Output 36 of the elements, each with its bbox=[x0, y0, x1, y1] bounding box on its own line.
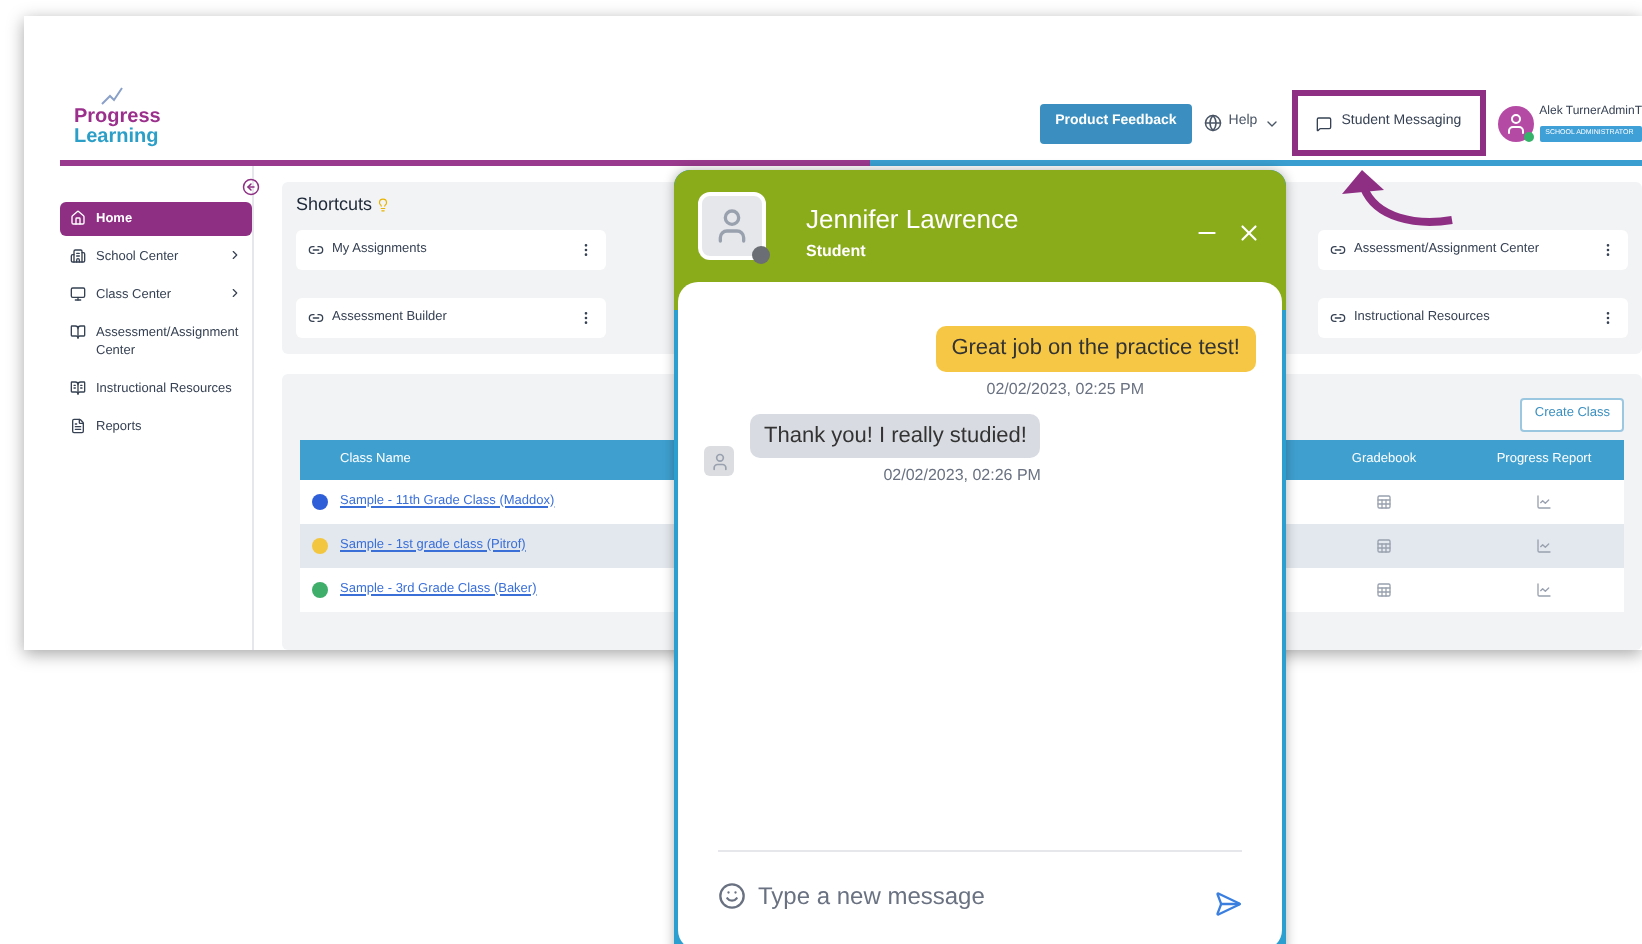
received-message: Thank you! I really studied! bbox=[750, 413, 1041, 458]
contact-name: Jennifer Lawrence bbox=[806, 202, 1021, 238]
logo-chart-icon bbox=[100, 86, 124, 106]
chart-icon[interactable] bbox=[1536, 537, 1552, 553]
logo[interactable]: Progress Learning bbox=[74, 86, 161, 148]
message-input[interactable]: Type a new message bbox=[758, 877, 1202, 913]
building-icon bbox=[70, 248, 86, 264]
open-book-icon bbox=[70, 380, 86, 396]
message-time: 02/02/2023, 02:25 PM bbox=[986, 377, 1144, 401]
gradebook-icon[interactable] bbox=[1376, 581, 1392, 597]
curved-arrow bbox=[1336, 170, 1456, 226]
link-icon bbox=[1330, 309, 1346, 325]
contact-avatar bbox=[698, 192, 766, 260]
link-icon bbox=[308, 309, 324, 325]
gradebook-icon[interactable] bbox=[1376, 493, 1392, 509]
close-icon[interactable] bbox=[1236, 220, 1262, 246]
collapse-icon[interactable] bbox=[242, 178, 260, 196]
home-icon bbox=[70, 210, 86, 226]
chat-icon bbox=[1315, 115, 1332, 131]
book-icon bbox=[70, 324, 86, 340]
document-icon bbox=[70, 418, 86, 434]
monitor-icon bbox=[70, 286, 86, 302]
sender-avatar-icon bbox=[704, 446, 734, 476]
link-icon bbox=[308, 241, 324, 257]
sent-message: Great job on the practice test! bbox=[935, 326, 1256, 371]
user-avatar[interactable] bbox=[1497, 105, 1534, 141]
contact-role: Student bbox=[806, 239, 868, 263]
chart-icon[interactable] bbox=[1536, 493, 1552, 509]
chart-icon[interactable] bbox=[1536, 581, 1552, 597]
send-icon[interactable] bbox=[1214, 889, 1242, 917]
lightbulb-icon bbox=[376, 198, 391, 213]
shortcuts-title: Shortcuts bbox=[296, 192, 373, 218]
globe-icon bbox=[1204, 114, 1223, 132]
link-icon bbox=[1330, 241, 1346, 257]
gradebook-icon[interactable] bbox=[1376, 537, 1392, 553]
emoji-icon[interactable] bbox=[718, 881, 746, 909]
